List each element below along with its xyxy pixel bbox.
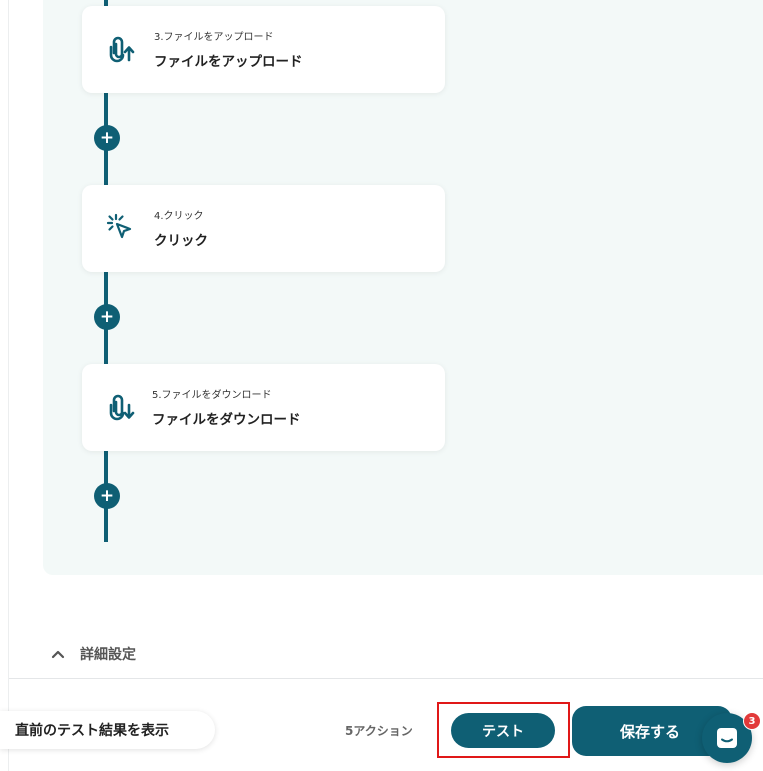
notification-badge: 3 <box>743 712 761 730</box>
show-previous-test-result-button[interactable]: 直前のテスト結果を表示 <box>0 711 215 749</box>
add-step-button[interactable]: + <box>94 125 120 151</box>
advanced-settings-toggle[interactable]: 詳細設定 <box>50 643 136 665</box>
footer-divider <box>9 678 763 679</box>
step-card-click[interactable]: 4.クリック クリック <box>82 185 445 272</box>
add-step-button[interactable]: + <box>94 304 120 330</box>
test-button[interactable]: テスト <box>451 713 555 748</box>
step-number-label: 4.クリック <box>154 211 204 222</box>
chat-icon <box>717 728 737 748</box>
step-card-download[interactable]: 5.ファイルをダウンロード ファイルをダウンロード <box>82 364 445 451</box>
add-step-button[interactable]: + <box>94 483 120 509</box>
plus-icon: + <box>99 485 115 506</box>
advanced-settings-label: 詳細設定 <box>80 647 136 663</box>
step-title: ファイルをダウンロード <box>152 412 301 428</box>
chevron-up-icon <box>51 650 65 659</box>
file-download-icon <box>109 394 135 421</box>
action-count: 5アクション <box>345 724 413 738</box>
plus-icon: + <box>99 306 115 327</box>
click-cursor-icon <box>106 213 132 239</box>
step-number-label: 3.ファイルをアップロード <box>154 32 274 43</box>
step-card-upload[interactable]: 3.ファイルをアップロード ファイルをアップロード <box>82 6 445 93</box>
plus-icon: + <box>99 127 115 148</box>
step-number-label: 5.ファイルをダウンロード <box>152 390 272 401</box>
left-divider <box>8 0 9 771</box>
step-title: クリック <box>154 233 208 249</box>
file-upload-icon <box>109 36 135 63</box>
step-title: ファイルをアップロード <box>154 54 303 70</box>
